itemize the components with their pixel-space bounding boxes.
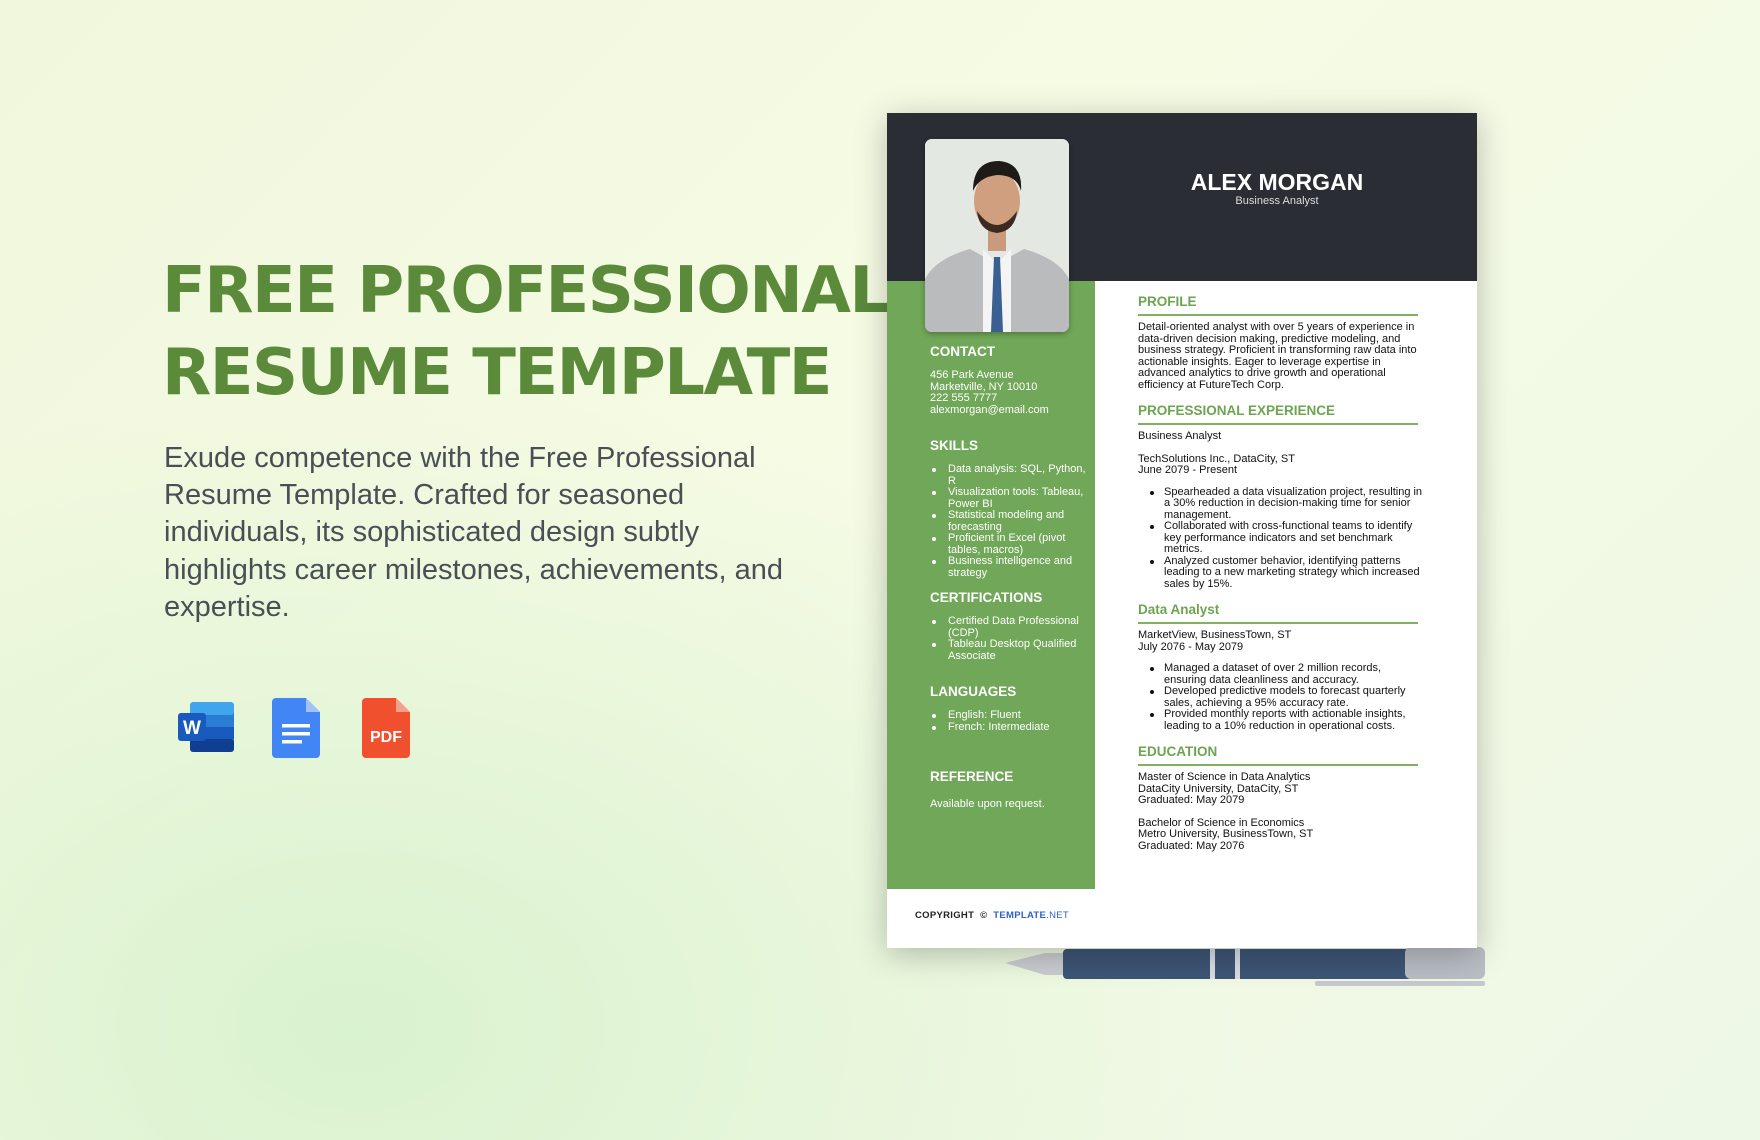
skill-item: Data analysis: SQL, Python, R [930, 463, 1090, 487]
contact-phone: 222 555 7777 [930, 392, 998, 404]
format-icons: W PDF [176, 696, 418, 758]
job-bullet: Collaborated with cross-functional teams… [1138, 520, 1423, 556]
resume-name: ALEX MORGAN [1190, 169, 1364, 195]
graduation: Graduated: May 2079 [1138, 794, 1245, 806]
reference-text: Available upon request. [930, 798, 1045, 810]
job-title-heading: Data Analyst [1138, 602, 1418, 624]
pen-illustration [1005, 947, 1485, 986]
copyright-symbol: © [980, 910, 988, 921]
profile-photo [925, 139, 1069, 332]
certification-item: Tableau Desktop Qualified Associate [930, 638, 1090, 662]
certifications-heading: CERTIFICATIONS [930, 590, 1043, 605]
job-bullet: Provided monthly reports with actionable… [1138, 708, 1423, 732]
skills-section: SKILLS Data analysis: SQL, Python, R Vis… [930, 438, 1090, 579]
contact-heading: CONTACT [930, 344, 995, 359]
profile-heading: PROFILE [1138, 294, 1418, 316]
graduation: Graduated: May 2076 [1138, 839, 1245, 852]
contact-address: 456 Park Avenue [930, 369, 1014, 381]
job-title: Business Analyst [1138, 430, 1222, 442]
contact-email: alexmorgan@email.com [930, 403, 1049, 416]
resume-preview: ALEX MORGAN Business Analyst CONTACT 456… [887, 113, 1477, 948]
skill-item: Statistical modeling and forecasting [930, 509, 1090, 533]
job-company: MarketView, BusinessTown, ST [1138, 629, 1292, 641]
school: Metro University, BusinessTown, ST [1138, 828, 1314, 840]
svg-text:PDF: PDF [370, 729, 402, 746]
word-icon[interactable]: W [176, 696, 238, 758]
reference-section: REFERENCE Available upon request. [930, 769, 1090, 811]
brand-suffix: .NET [1046, 910, 1070, 921]
google-docs-icon[interactable] [266, 696, 328, 758]
education-heading: EDUCATION [1138, 744, 1418, 766]
certification-item: Certified Data Professional (CDP) [930, 615, 1090, 639]
languages-heading: LANGUAGES [930, 684, 1017, 699]
job-bullet: Managed a dataset of over 2 million reco… [1138, 662, 1423, 686]
resume-main: PROFILE Detail-oriented analyst with ove… [1138, 294, 1423, 852]
resume-role: Business Analyst [1235, 195, 1319, 207]
svg-text:W: W [183, 718, 201, 739]
reference-heading: REFERENCE [930, 769, 1014, 784]
job-dates: July 2076 - May 2079 [1138, 640, 1244, 653]
contact-section: CONTACT 456 Park Avenue Marketville, NY … [930, 344, 1090, 416]
certifications-section: CERTIFICATIONS Certified Data Profession… [930, 590, 1090, 662]
job-bullet: Spearheaded a data visualization project… [1138, 486, 1423, 522]
degree: Master of Science in Data Analytics [1138, 771, 1311, 783]
language-item: English: Fluent [930, 709, 1090, 722]
brand-name: TEMPLATE [993, 910, 1047, 921]
hero-description: Exude competence with the Free Professio… [164, 442, 783, 623]
skill-item: Visualization tools: Tableau, Power BI [930, 486, 1090, 510]
job-bullet: Developed predictive models to forecast … [1138, 685, 1423, 709]
brand-link[interactable]: TEMPLATE.NET [993, 910, 1069, 921]
pdf-icon[interactable]: PDF [356, 696, 418, 758]
skills-heading: SKILLS [930, 438, 979, 453]
skill-item: Proficient in Excel (pivot tables, macro… [930, 532, 1090, 556]
job-bullet: Analyzed customer behavior, identifying … [1138, 555, 1423, 591]
title-line-1: FREE PROFESSIONAL [162, 254, 890, 328]
experience-heading: PROFESSIONAL EXPERIENCE [1138, 403, 1418, 425]
copyright-label: COPYRIGHT [915, 910, 975, 921]
languages-section: LANGUAGES English: Fluent French: Interm… [930, 684, 1090, 733]
copyright-footer: COPYRIGHT © TEMPLATE.NET [915, 910, 1069, 921]
title-line-2: RESUME TEMPLATE [162, 336, 832, 410]
skill-item: Business intelligence and strategy [930, 555, 1090, 579]
hero-title: FREE PROFESSIONAL RESUME TEMPLATE [162, 250, 890, 414]
profile-text: Detail-oriented analyst with over 5 year… [1138, 321, 1417, 391]
job-dates: June 2079 - Present [1138, 464, 1238, 476]
language-item: French: Intermediate [930, 721, 1090, 734]
